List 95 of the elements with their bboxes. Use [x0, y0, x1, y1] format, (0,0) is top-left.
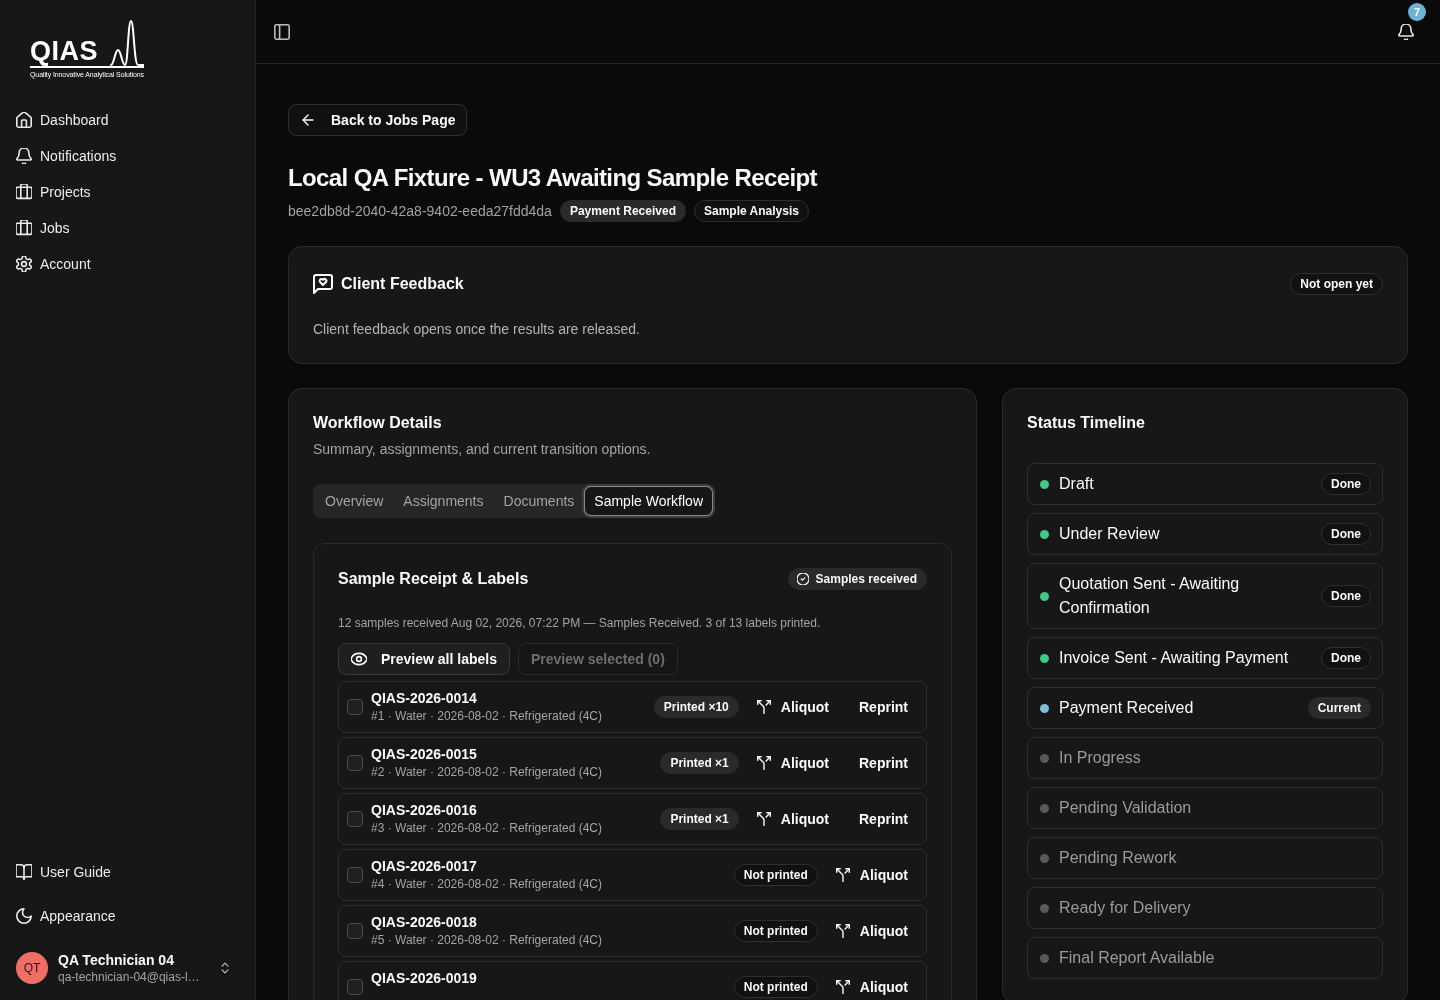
tab[interactable]: Assignments [394, 487, 493, 515]
split-arrow-icon [835, 980, 850, 994]
aliquot-button[interactable]: Aliquot [744, 750, 841, 776]
status-badge: Payment Received [559, 200, 686, 222]
tab[interactable]: Sample Workflow [585, 487, 712, 515]
status-badge: Sample Analysis [694, 200, 809, 222]
bell-icon[interactable] [1398, 23, 1414, 40]
timeline-badge: Done [1321, 523, 1371, 545]
split-arrow-icon [756, 756, 771, 770]
checkbox[interactable] [347, 811, 363, 827]
settings-icon [16, 256, 32, 272]
status-badge: Not open yet [1290, 273, 1383, 295]
print-status-badge: Printed ×10 [653, 696, 739, 718]
briefcase-icon [16, 220, 32, 236]
sample-details: #2 · Water · 2026-08-02 · Refrigerated (4C) [371, 764, 603, 781]
sidebar-nav-link[interactable]: Jobs [8, 210, 247, 246]
checkbox[interactable] [347, 923, 363, 939]
checkbox[interactable] [347, 979, 363, 995]
sidebar-nav-link[interactable]: Projects [8, 174, 247, 210]
sample-id: QIAS-2026-0014 [371, 689, 478, 707]
timeline-badge: Done [1321, 585, 1371, 607]
timeline-status-label: Pending Rework [1059, 848, 1177, 868]
notification-count-badge: 7 [1408, 2, 1426, 21]
sample-details: #1 · Water · 2026-08-02 · Refrigerated (4C) [371, 708, 603, 725]
sample-id: QIAS-2026-0018 [371, 913, 478, 931]
split-arrow-icon [756, 700, 771, 714]
reprint-button[interactable]: Reprint [847, 806, 920, 832]
user-name: QA Technician 04 [58, 951, 175, 969]
checkbox[interactable] [347, 699, 363, 715]
job-id: bee2db8d-2040-42a8-9402-eeda27fdd4da [288, 202, 552, 221]
timeline-status-label: Invoice Sent - Awaiting Payment [1059, 648, 1289, 668]
checkbox[interactable] [347, 755, 363, 771]
feedback-message: Client feedback opens once the results are released. [313, 320, 641, 339]
aliquot-button[interactable]: Aliquot [823, 862, 920, 888]
print-status-badge: Not printed [733, 864, 818, 886]
card-title: Client Feedback [341, 274, 464, 294]
user-avatar: QT [16, 952, 48, 984]
timeline-status-label: Payment Received [1059, 698, 1194, 718]
sidebar-footer-link[interactable]: User Guide [8, 854, 247, 890]
card-title: Status Timeline [1027, 413, 1146, 433]
panel-title: Sample Receipt & Labels [338, 569, 529, 589]
back-button[interactable]: Back to Jobs Page [288, 104, 467, 136]
sidebar-toggle-icon[interactable] [274, 23, 290, 40]
sidebar-nav-link[interactable]: Dashboard [8, 102, 247, 138]
preview-button[interactable]: Preview all labels [338, 643, 510, 675]
timeline-status-label: Draft [1059, 474, 1094, 494]
sample-id: QIAS-2026-0015 [371, 745, 478, 763]
timeline-status-label: Final Report Available [1059, 948, 1215, 968]
sample-details: #3 · Water · 2026-08-02 · Refrigerated (4C) [371, 820, 603, 837]
sample-id: QIAS-2026-0017 [371, 857, 478, 875]
sample-details: #4 · Water · 2026-08-02 · Refrigerated (4C) [371, 876, 603, 893]
checkbox[interactable] [347, 867, 363, 883]
timeline-badge: Done [1321, 647, 1371, 669]
bell-icon [16, 148, 32, 164]
aliquot-button[interactable]: Aliquot [823, 974, 920, 1000]
split-arrow-icon [756, 812, 771, 826]
timeline-status-label: In Progress [1059, 748, 1141, 768]
timeline-status-label: Quotation Sent - Awaiting Confirmation [1059, 574, 1241, 618]
print-status-badge: Not printed [733, 976, 818, 998]
heart-speech-bubble-icon [313, 274, 333, 294]
timeline-status-label: Pending Validation [1059, 798, 1192, 818]
sample-details: #5 · Water · 2026-08-02 · Refrigerated (4C) [371, 932, 603, 949]
print-status-badge: Not printed [733, 920, 818, 942]
sidebar-footer-link[interactable]: Appearance [8, 898, 247, 934]
timeline-badge: Current [1307, 697, 1371, 719]
aliquot-button[interactable]: Aliquot [744, 694, 841, 720]
split-arrow-icon [835, 868, 850, 882]
print-status-badge: Printed ×1 [660, 808, 739, 830]
timeline-status-label: Ready for Delivery [1059, 898, 1191, 918]
card-title: Workflow Details [313, 413, 443, 433]
timeline-status-label: Under Review [1059, 524, 1160, 544]
house-icon [16, 112, 32, 128]
chevrons-up-down-icon[interactable] [219, 960, 231, 976]
sidebar-nav-link[interactable]: Account [8, 246, 247, 282]
reprint-button[interactable]: Reprint [847, 750, 920, 776]
aliquot-button[interactable]: Aliquot [744, 806, 841, 832]
card-subtitle: Summary, assignments, and current transition options. [313, 440, 652, 459]
sample-id: QIAS-2026-0019 [371, 969, 478, 987]
book-icon [16, 864, 32, 880]
print-status-badge: Printed ×1 [660, 752, 739, 774]
receipt-summary: 12 samples received Aug 02, 2026, 07:22 PM — Samples Received. 3 of 13 labels printed. [338, 615, 822, 632]
briefcase-icon [16, 184, 32, 200]
user-email: qa-technician-04@qias-l… [58, 969, 201, 985]
reprint-button[interactable]: Reprint [847, 694, 920, 720]
split-arrow-icon [835, 924, 850, 938]
tab[interactable]: Overview [316, 487, 393, 515]
timeline-badge: Done [1321, 473, 1371, 495]
status-label: Samples received [815, 572, 917, 586]
page-title: Local QA Fixture - WU3 Awaiting Sample Receipt [288, 164, 819, 192]
eye-icon [351, 651, 367, 667]
tab[interactable]: Documents [494, 487, 584, 515]
moon-icon [16, 908, 32, 924]
aliquot-button[interactable]: Aliquot [823, 918, 920, 944]
sidebar-nav-link[interactable]: Notifications [8, 138, 247, 174]
sample-id: QIAS-2026-0016 [371, 801, 478, 819]
